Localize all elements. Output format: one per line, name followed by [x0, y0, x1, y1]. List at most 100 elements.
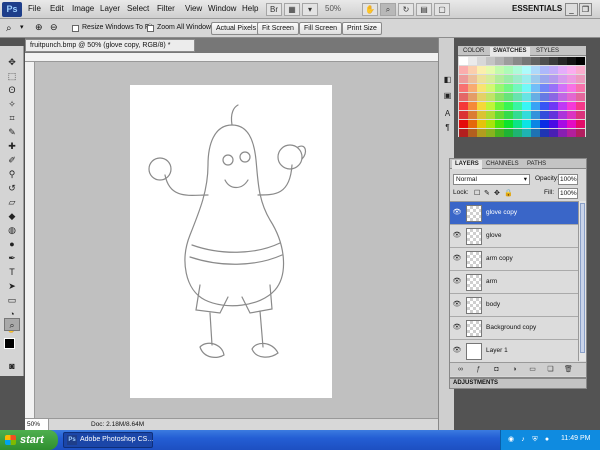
swatch[interactable] [513, 84, 522, 92]
swatch[interactable] [549, 93, 558, 101]
swatch[interactable] [495, 129, 504, 137]
chevron-down-icon[interactable]: ▾ [20, 23, 24, 31]
swatch[interactable] [477, 102, 486, 110]
swatch[interactable] [540, 102, 549, 110]
swatch[interactable] [576, 129, 585, 137]
swatch[interactable] [468, 93, 477, 101]
layer-row[interactable]: 👁 glove [450, 225, 578, 248]
tab-paths[interactable]: PATHS [524, 160, 549, 169]
volume-icon[interactable]: ♪ [519, 436, 527, 444]
eye-icon[interactable]: 👁 [452, 300, 462, 310]
swatch[interactable] [477, 111, 486, 119]
swatch[interactable] [477, 120, 486, 128]
menu-help[interactable]: Help [242, 4, 258, 13]
swatch[interactable] [504, 75, 513, 83]
swatch[interactable] [576, 84, 585, 92]
swatch[interactable] [486, 84, 495, 92]
magic-wand-icon[interactable]: ✧ [4, 98, 20, 111]
lock-all-icon[interactable]: 🔒 [504, 189, 513, 197]
swatch[interactable] [567, 66, 576, 74]
swatch[interactable] [558, 111, 567, 119]
swatch[interactable] [459, 129, 468, 137]
crop-tool-icon[interactable]: ⌗ [4, 112, 20, 125]
swatch[interactable] [567, 102, 576, 110]
new-layer-icon[interactable]: ❏ [546, 365, 555, 374]
screen-mode-icon[interactable]: ▢ [434, 3, 450, 16]
swatch[interactable] [477, 57, 486, 65]
swatch[interactable] [531, 111, 540, 119]
eye-icon[interactable]: 👁 [452, 254, 462, 264]
swatch[interactable] [540, 93, 549, 101]
swatch[interactable] [459, 111, 468, 119]
tab-styles[interactable]: STYLES [533, 47, 562, 56]
swatch[interactable] [495, 57, 504, 65]
lock-transparency-icon[interactable]: ☐ [474, 189, 480, 197]
history-brush-icon[interactable]: ↺ [4, 182, 20, 195]
swatch[interactable] [468, 84, 477, 92]
swatch[interactable] [495, 84, 504, 92]
swatch[interactable] [477, 66, 486, 74]
swatch[interactable] [540, 84, 549, 92]
network-icon[interactable]: ◉ [507, 436, 515, 444]
document-tab[interactable]: fruitpunch.bmp @ 50% (glove copy, RGB/8)… [25, 39, 195, 52]
swatch[interactable] [495, 111, 504, 119]
fill-screen-button[interactable]: Fill Screen [299, 22, 343, 35]
swatch[interactable] [549, 102, 558, 110]
swatch[interactable] [513, 120, 522, 128]
swatch[interactable] [567, 84, 576, 92]
marquee-tool-icon[interactable]: ⬚ [4, 70, 20, 83]
scrollbar-thumb[interactable] [580, 203, 585, 353]
swatch[interactable] [531, 102, 540, 110]
swatch[interactable] [486, 111, 495, 119]
swatch[interactable] [468, 102, 477, 110]
swatch[interactable] [477, 84, 486, 92]
swatch[interactable] [567, 75, 576, 83]
tab-layers[interactable]: LAYERS [452, 160, 482, 169]
layers-scrollbar[interactable] [578, 201, 586, 361]
menu-filter[interactable]: Filter [157, 4, 175, 13]
print-size-button[interactable]: Print Size [342, 22, 382, 35]
swatch[interactable] [549, 57, 558, 65]
menu-edit[interactable]: Edit [50, 4, 64, 13]
blur-tool-icon[interactable]: ◍ [4, 224, 20, 237]
menu-window[interactable]: Window [208, 4, 236, 13]
new-group-icon[interactable]: ▭ [528, 365, 537, 374]
swatch[interactable] [459, 57, 468, 65]
lasso-tool-icon[interactable]: ʘ [4, 84, 20, 97]
zoom-out-icon[interactable]: ⊖ [50, 22, 58, 33]
hand-tool-icon[interactable]: ✋ [362, 3, 378, 16]
foreground-color-swatch[interactable] [4, 338, 15, 349]
swatch[interactable] [576, 102, 585, 110]
swatch[interactable] [468, 120, 477, 128]
swatch[interactable] [468, 75, 477, 83]
adjustment-layer-icon[interactable]: ◑ [510, 365, 519, 374]
swatch[interactable] [522, 129, 531, 137]
swatch[interactable] [513, 102, 522, 110]
swatch[interactable] [576, 111, 585, 119]
swatch[interactable] [504, 120, 513, 128]
history-panel-icon[interactable]: ◧ [442, 74, 453, 85]
brush-tool-icon[interactable]: ✐ [4, 154, 20, 167]
swatch[interactable] [549, 120, 558, 128]
eyedropper-icon[interactable]: ✎ [4, 126, 20, 139]
swatch[interactable] [540, 75, 549, 83]
swatch[interactable] [558, 84, 567, 92]
swatch[interactable] [504, 57, 513, 65]
layer-row[interactable]: 👁 arm copy [450, 248, 578, 271]
swatch[interactable] [495, 120, 504, 128]
swatch[interactable] [486, 57, 495, 65]
swatch[interactable] [459, 93, 468, 101]
guides-icon[interactable]: ▦ [284, 3, 300, 16]
quick-mask-icon[interactable]: ◙ [4, 360, 20, 373]
bridge-icon[interactable]: Br [266, 3, 282, 16]
menu-image[interactable]: Image [72, 4, 94, 13]
swatch[interactable] [558, 120, 567, 128]
layer-mask-icon[interactable]: ◘ [492, 365, 501, 374]
blend-mode-select[interactable]: Normal ▾ [453, 174, 530, 185]
swatch[interactable] [477, 129, 486, 137]
eye-icon[interactable]: 👁 [452, 231, 462, 241]
swatch[interactable] [522, 111, 531, 119]
swatch[interactable] [558, 66, 567, 74]
swatch[interactable] [540, 120, 549, 128]
layer-row[interactable]: 👁 arm [450, 271, 578, 294]
